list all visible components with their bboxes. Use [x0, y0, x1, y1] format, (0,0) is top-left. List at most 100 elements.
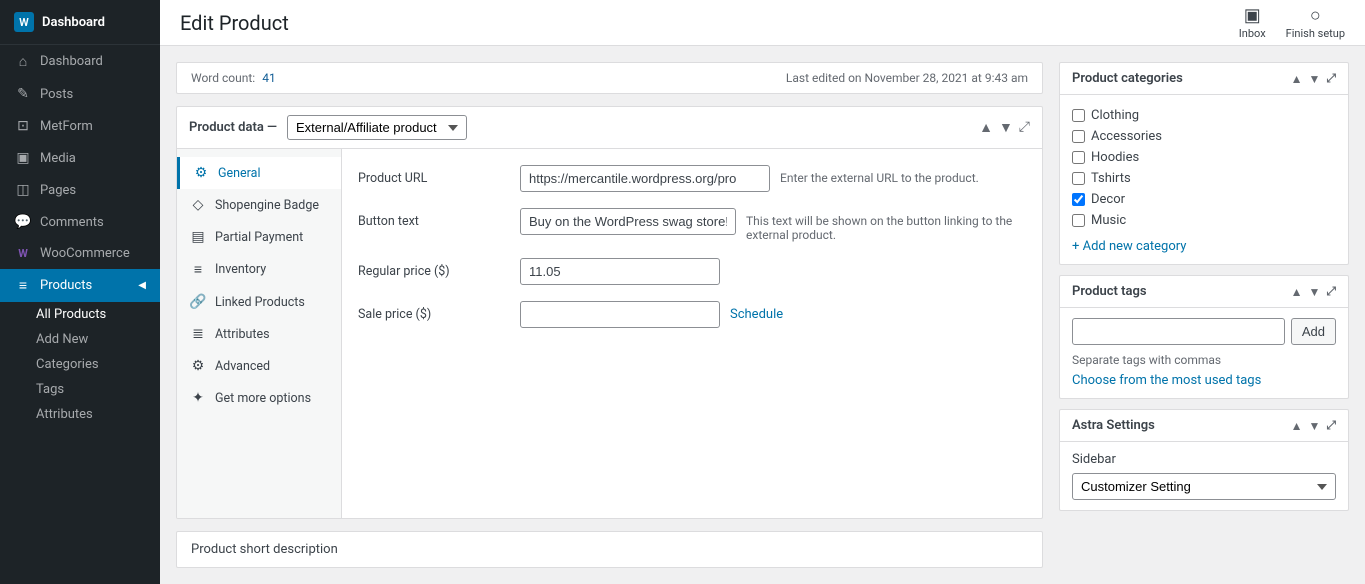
astra-sidebar-label: Sidebar [1072, 452, 1336, 467]
sidebar-sub-attributes[interactable]: Attributes [0, 402, 160, 427]
finish-setup-label: Finish setup [1286, 27, 1345, 40]
inbox-button[interactable]: ▣ Inbox [1239, 5, 1266, 40]
add-tag-button[interactable]: Add [1291, 318, 1336, 345]
nav-label-inventory: Inventory [215, 262, 266, 277]
tags-input-row: Add [1072, 318, 1336, 345]
tags-collapse-up[interactable]: ▲ [1291, 285, 1303, 299]
sale-price-label: Sale price ($) [358, 301, 508, 322]
category-decor-checkbox[interactable] [1072, 193, 1085, 206]
category-music: Music [1072, 210, 1336, 231]
astra-sidebar-select[interactable]: Customizer Setting Default Sidebar No Si… [1072, 473, 1336, 500]
sidebar-sub-tags[interactable]: Tags [0, 377, 160, 402]
category-tshirts: Tshirts [1072, 168, 1336, 189]
sidebar-sub-categories[interactable]: Categories [0, 352, 160, 377]
astra-settings-title: Astra Settings [1072, 418, 1155, 433]
add-category-link[interactable]: + Add new category [1072, 239, 1186, 254]
product-data-nav: ⚙ General ◇ Shopengine Badge ▤ Partial P… [177, 149, 342, 518]
category-clothing: Clothing [1072, 105, 1336, 126]
astra-collapse-up[interactable]: ▲ [1291, 419, 1303, 433]
product-type-select[interactable]: External/Affiliate product Simple produc… [287, 115, 467, 140]
categories-expand[interactable]: ⤢ [1326, 71, 1336, 86]
sidebar-logo[interactable]: W Dashboard [0, 0, 160, 45]
sidebar-item-metform[interactable]: ⊡ MetForm [0, 110, 160, 142]
astra-collapse-down[interactable]: ▼ [1309, 419, 1321, 433]
button-text-input[interactable] [520, 208, 736, 235]
category-tshirts-checkbox[interactable] [1072, 172, 1085, 185]
nav-item-partial-payment[interactable]: ▤ Partial Payment [177, 221, 341, 253]
sidebar-item-dashboard[interactable]: ⌂ Dashboard [0, 45, 160, 78]
get-more-options-icon: ✦ [189, 390, 207, 406]
sidebar-item-media[interactable]: ▣ Media [0, 142, 160, 174]
posts-icon: ✎ [14, 86, 32, 102]
word-count-bar: Word count: 41 Last edited on November 2… [176, 62, 1043, 94]
product-tags-widget: Product tags ▲ ▼ ⤢ Add Separate tags wit… [1059, 275, 1349, 399]
main-panel: Word count: 41 Last edited on November 2… [176, 62, 1043, 568]
product-url-row: Product URL Enter the external URL to th… [358, 165, 1026, 192]
product-url-label: Product URL [358, 165, 508, 186]
right-sidebar: Product categories ▲ ▼ ⤢ Clothing Access… [1059, 62, 1349, 568]
sidebar-sub-add-new[interactable]: Add New [0, 327, 160, 352]
product-categories-title: Product categories [1072, 71, 1183, 86]
topbar: Edit Product ▣ Inbox ○ Finish setup [160, 0, 1365, 46]
nav-item-inventory[interactable]: ≡ Inventory [177, 253, 341, 286]
sidebar-label-woocommerce: WooCommerce [40, 246, 130, 261]
product-url-input[interactable] [520, 165, 770, 192]
pages-icon: ◫ [14, 182, 32, 198]
topbar-actions: ▣ Inbox ○ Finish setup [1239, 5, 1345, 40]
schedule-link[interactable]: Schedule [730, 301, 783, 322]
sale-price-input-group: Schedule [520, 301, 1026, 328]
product-tags-body: Add Separate tags with commas Choose fro… [1060, 308, 1348, 398]
astra-settings-widget: Astra Settings ▲ ▼ ⤢ Sidebar Customizer … [1059, 409, 1349, 511]
category-hoodies-label: Hoodies [1091, 150, 1139, 165]
linked-products-icon: 🔗 [189, 294, 207, 310]
sidebar-sub-all-products[interactable]: All Products [0, 302, 160, 327]
category-tshirts-label: Tshirts [1091, 171, 1131, 186]
product-categories-controls: ▲ ▼ ⤢ [1291, 71, 1336, 86]
nav-item-shopengine-badge[interactable]: ◇ Shopengine Badge [177, 189, 341, 221]
partial-payment-icon: ▤ [189, 229, 207, 245]
nav-label-general: General [218, 166, 261, 181]
nav-item-get-more-options[interactable]: ✦ Get more options [177, 382, 341, 414]
nav-item-attributes[interactable]: ≣ Attributes [177, 318, 341, 350]
nav-label-linked-products: Linked Products [215, 295, 305, 310]
tags-expand[interactable]: ⤢ [1326, 284, 1336, 299]
sidebar-item-comments[interactable]: 💬 Comments [0, 206, 160, 238]
product-data-content: Product URL Enter the external URL to th… [342, 149, 1042, 518]
nav-item-linked-products[interactable]: 🔗 Linked Products [177, 286, 341, 318]
category-accessories-checkbox[interactable] [1072, 130, 1085, 143]
sidebar-label-dashboard: Dashboard [40, 54, 103, 69]
sidebar-label-metform: MetForm [40, 119, 93, 134]
finish-setup-button[interactable]: ○ Finish setup [1286, 5, 1345, 40]
categories-collapse-down[interactable]: ▼ [1309, 72, 1321, 86]
tags-input[interactable] [1072, 318, 1285, 345]
advanced-icon: ⚙ [189, 358, 207, 374]
sidebar-item-pages[interactable]: ◫ Pages [0, 174, 160, 206]
astra-settings-header: Astra Settings ▲ ▼ ⤢ [1060, 410, 1348, 442]
product-data-header: Product data — External/Affiliate produc… [177, 107, 1042, 149]
category-hoodies-checkbox[interactable] [1072, 151, 1085, 164]
sidebar-item-posts[interactable]: ✎ Posts [0, 78, 160, 110]
sale-price-input[interactable] [520, 301, 720, 328]
sidebar-item-products[interactable]: ≡ Products ◀ [0, 269, 160, 302]
word-count-text: Word count: 41 [191, 71, 276, 85]
product-tags-title: Product tags [1072, 284, 1147, 299]
choose-tags-link[interactable]: Choose from the most used tags [1072, 373, 1261, 388]
collapse-down-icon[interactable]: ▼ [999, 119, 1013, 136]
category-decor: Decor [1072, 189, 1336, 210]
sidebar-item-woocommerce[interactable]: W WooCommerce [0, 238, 160, 269]
product-categories-body: Clothing Accessories Hoodies Tshirts [1060, 95, 1348, 264]
woocommerce-icon: W [14, 247, 32, 260]
category-clothing-checkbox[interactable] [1072, 109, 1085, 122]
wp-logo-icon: W [14, 12, 34, 32]
expand-icon[interactable]: ⤢ [1019, 119, 1030, 136]
regular-price-input[interactable] [520, 258, 720, 285]
categories-collapse-up[interactable]: ▲ [1291, 72, 1303, 86]
collapse-up-icon[interactable]: ▲ [979, 119, 993, 136]
nav-item-general[interactable]: ⚙ General [177, 157, 341, 189]
nav-item-advanced[interactable]: ⚙ Advanced [177, 350, 341, 382]
tags-collapse-down[interactable]: ▼ [1309, 285, 1321, 299]
button-text-input-group: This text will be shown on the button li… [520, 208, 1026, 242]
product-categories-header: Product categories ▲ ▼ ⤢ [1060, 63, 1348, 95]
category-music-checkbox[interactable] [1072, 214, 1085, 227]
astra-expand[interactable]: ⤢ [1326, 418, 1336, 433]
